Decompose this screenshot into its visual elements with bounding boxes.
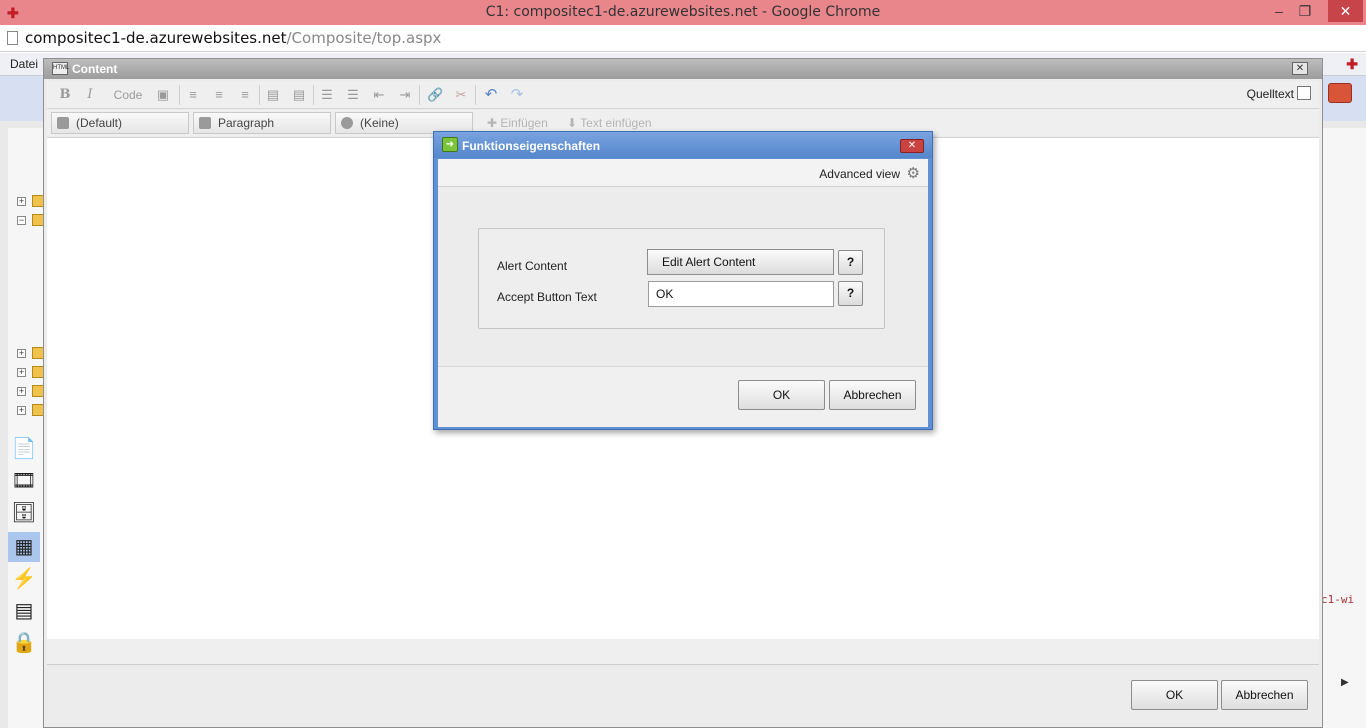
- function-params-area: Alert Content Edit Alert Content ? Accep…: [438, 188, 928, 367]
- advanced-view-link[interactable]: Advanced view: [819, 167, 900, 181]
- function-close-button[interactable]: ✕: [900, 139, 924, 153]
- tree-expand-icon[interactable]: +: [17, 406, 26, 415]
- unlink-icon[interactable]: ✂: [453, 86, 469, 104]
- block-left-icon[interactable]: ▤: [265, 86, 281, 104]
- close-window-button[interactable]: ✕: [1328, 0, 1363, 22]
- composite-logo-icon: ✚: [7, 5, 19, 21]
- composite-logo-icon: ✚: [1346, 56, 1358, 72]
- tree-expand-icon[interactable]: +: [17, 368, 26, 377]
- accept-button-text-input[interactable]: [648, 281, 834, 307]
- pages-icon[interactable]: 📄: [8, 434, 40, 464]
- scroll-right-icon[interactable]: ▶: [1341, 677, 1349, 688]
- lock-icon[interactable]: 🔒: [8, 628, 40, 658]
- toolbox-icon[interactable]: [1328, 83, 1352, 103]
- layout-icon[interactable]: ▦: [8, 532, 40, 562]
- paragraph-icon: [199, 117, 211, 129]
- function-cancel-button[interactable]: Abbrechen: [829, 380, 916, 410]
- window-title: C1: compositec1-de.azurewebsites.net - G…: [485, 4, 881, 20]
- italic-button[interactable]: I: [82, 86, 98, 104]
- bullet-list-icon[interactable]: ☰: [319, 86, 335, 104]
- link-icon[interactable]: 🔗: [427, 86, 443, 104]
- style-icon: [57, 117, 69, 129]
- page-icon: [7, 31, 18, 45]
- editor-toolbar: B I Code ▣ ≡ ≡ ≡ ▤ ▤ ☰ ☰ ⇤ ⇥ 🔗 ✂ ↶ ↷ Que…: [47, 81, 1319, 109]
- function-ok-button[interactable]: OK: [738, 380, 825, 410]
- align-left-icon[interactable]: ≡: [185, 86, 201, 104]
- bold-button[interactable]: B: [57, 86, 73, 104]
- paragraph-select-value: Paragraph: [218, 116, 275, 130]
- gears-icon[interactable]: ⚙: [907, 164, 920, 182]
- alert-content-label: Alert Content: [497, 259, 568, 273]
- params-fieldset: Alert Content Edit Alert Content ? Accep…: [478, 228, 885, 329]
- alert-content-help-button[interactable]: ?: [838, 250, 863, 275]
- tree-collapse-icon[interactable]: −: [17, 216, 26, 225]
- palette-icon: [341, 117, 353, 129]
- toolbar-divider: [313, 85, 314, 105]
- align-right-icon[interactable]: ≡: [237, 86, 253, 104]
- tree-expand-icon[interactable]: +: [17, 197, 26, 206]
- url-path: /Composite/top.aspx: [286, 29, 442, 47]
- code-snippet: c1-wi: [1321, 593, 1355, 606]
- insert-text-button[interactable]: ⬇ Text einfügen: [567, 116, 652, 130]
- url-text[interactable]: compositec1-de.azurewebsites.net/Composi…: [25, 29, 441, 47]
- advanced-view-bar: Advanced view ⚙: [438, 159, 928, 187]
- insert-text-label: Text einfügen: [580, 116, 652, 130]
- html-icon: HTML: [52, 62, 69, 75]
- align-center-icon[interactable]: ≡: [211, 86, 227, 104]
- restore-button[interactable]: ❐: [1294, 0, 1316, 22]
- outdent-icon[interactable]: ⇤: [371, 86, 387, 104]
- style-select-value: (Default): [76, 116, 123, 130]
- content-close-button[interactable]: ✕: [1292, 62, 1308, 75]
- block-right-icon[interactable]: ▤: [291, 86, 307, 104]
- content-dialog-titlebar: HTML Content ✕: [44, 59, 1322, 79]
- undo-icon[interactable]: ↶: [481, 86, 501, 104]
- redo-icon[interactable]: ↷: [507, 86, 527, 104]
- quelltext-label: Quelltext: [1246, 87, 1294, 101]
- minimize-button[interactable]: –: [1268, 0, 1290, 22]
- tree-expand-icon[interactable]: +: [17, 387, 26, 396]
- source-edit-icon: [1297, 86, 1311, 100]
- content-ok-button[interactable]: OK: [1131, 680, 1218, 710]
- function-arrow-icon: ➜: [442, 137, 458, 152]
- toolbar-divider: [419, 85, 420, 105]
- tree-expand-icon[interactable]: +: [17, 349, 26, 358]
- class-select-value: (Keine): [360, 116, 399, 130]
- function-properties-dialog: ➜ Funktionseigenschaften ✕ Advanced view…: [433, 131, 933, 430]
- toolbar-divider: [259, 85, 260, 105]
- content-dialog-title: Content: [72, 62, 118, 76]
- accept-button-text-label: Accept Button Text: [497, 290, 597, 304]
- function-dialog-titlebar: ➜ Funktionseigenschaften ✕: [434, 132, 932, 158]
- function-dialog-body: Advanced view ⚙ Alert Content Edit Alert…: [438, 159, 928, 427]
- cms-left-panel: + − + + + + 📄 🎞 🗄 ▦ ⚡ ▤ 🔒: [8, 128, 48, 728]
- indent-icon[interactable]: ⇥: [397, 86, 413, 104]
- toolbar-divider: [179, 85, 180, 105]
- content-cancel-button[interactable]: Abbrechen: [1221, 680, 1308, 710]
- address-bar[interactable]: compositec1-de.azurewebsites.net/Composi…: [0, 25, 1366, 52]
- functions-icon[interactable]: ⚡: [8, 564, 40, 594]
- abbreviation-icon[interactable]: ▣: [155, 86, 171, 104]
- system-icon[interactable]: ▤: [8, 596, 40, 626]
- insert-button[interactable]: ✚ Einfügen: [487, 116, 548, 130]
- data-icon[interactable]: 🗄: [8, 498, 40, 528]
- function-dialog-title: Funktionseigenschaften: [462, 139, 601, 153]
- menu-datei[interactable]: Datei: [10, 57, 38, 71]
- paragraph-select[interactable]: Paragraph: [193, 112, 331, 134]
- style-select[interactable]: (Default): [51, 112, 189, 134]
- editor-statusbar: [47, 639, 1319, 665]
- media-icon[interactable]: 🎞: [8, 466, 40, 496]
- browser-titlebar: ✚ C1: compositec1-de.azurewebsites.net -…: [0, 0, 1366, 25]
- numbered-list-icon[interactable]: ☰: [345, 86, 361, 104]
- quelltext-button[interactable]: Quelltext: [1247, 86, 1311, 101]
- accept-button-text-help-button[interactable]: ?: [838, 281, 863, 306]
- cms-right-panel: [1323, 128, 1366, 728]
- toolbar-divider: [475, 85, 476, 105]
- insert-label: Einfügen: [500, 116, 548, 130]
- code-button[interactable]: Code: [111, 86, 145, 104]
- url-host: compositec1-de.azurewebsites.net: [25, 29, 287, 47]
- edit-alert-content-button[interactable]: Edit Alert Content: [647, 249, 834, 275]
